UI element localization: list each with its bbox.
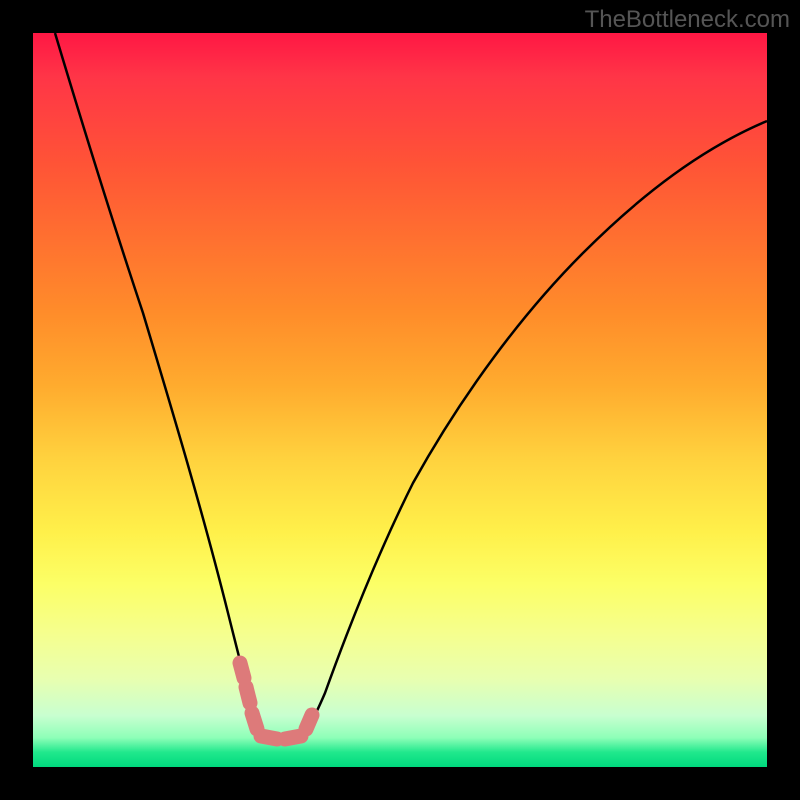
curve-svg <box>33 33 767 767</box>
bottleneck-curve <box>55 33 767 741</box>
plot-area <box>33 33 767 767</box>
watermark-text: TheBottleneck.com <box>585 6 790 34</box>
highlight-segment <box>240 663 312 739</box>
